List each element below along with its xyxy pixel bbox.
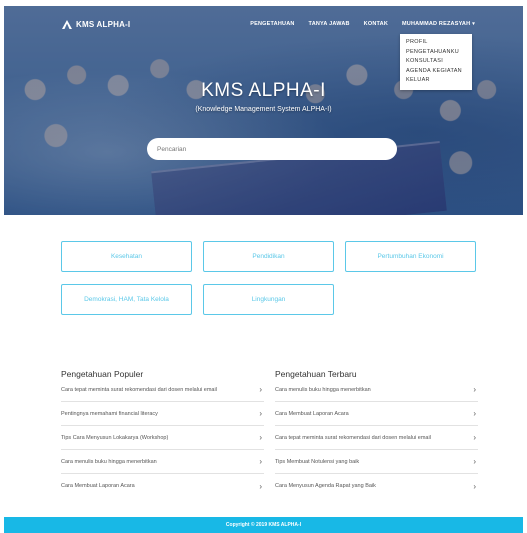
list-item[interactable]: Cara Menyusun Agenda Rapat yang Baik › bbox=[275, 474, 478, 498]
chevron-right-icon: › bbox=[473, 481, 476, 491]
menu-item-keluar[interactable]: KELUAR bbox=[406, 76, 466, 86]
chevron-right-icon: › bbox=[473, 457, 476, 466]
list-item[interactable]: Tips Membuat Notulensi yang baik › bbox=[275, 450, 478, 474]
list-item[interactable]: Cara menulis buku hingga menerbitkan › bbox=[275, 378, 478, 402]
category-demokrasi-ham[interactable]: Demokrasi, HAM, Tata Kelola bbox=[61, 284, 192, 315]
nav-link-tanya-jawab[interactable]: TANYA JAWAB bbox=[309, 21, 350, 27]
chevron-right-icon: › bbox=[259, 409, 262, 418]
category-pertumbuhan-ekonomi[interactable]: Pertumbuhan Ekonomi bbox=[345, 241, 476, 272]
list-item[interactable]: Cara tepat meminta surat rekomendasi dar… bbox=[61, 378, 264, 402]
list-item-label: Cara Membuat Laporan Acara bbox=[275, 410, 349, 417]
chevron-right-icon: › bbox=[259, 481, 262, 491]
chevron-right-icon: › bbox=[259, 433, 262, 442]
nav-link-pengetahuan[interactable]: PENGETAHUAN bbox=[250, 21, 294, 27]
list-item-label: Cara tepat meminta surat rekomendasi dar… bbox=[275, 434, 431, 441]
list-item-label: Cara menulis buku hingga menerbitkan bbox=[275, 386, 371, 393]
user-name: MUHAMMAD REZASYAH bbox=[402, 21, 471, 27]
list-item[interactable]: Cara menulis buku hingga menerbitkan › bbox=[61, 450, 264, 474]
chevron-right-icon: › bbox=[473, 385, 476, 394]
brand-name: KMS ALPHA-I bbox=[76, 20, 131, 29]
menu-item-pengetahuanku[interactable]: PENGETAHUANKU bbox=[406, 48, 466, 58]
category-pendidikan[interactable]: Pendidikan bbox=[203, 241, 334, 272]
footer-copyright: Copyright © 2019 KMS ALPHA-I bbox=[225, 522, 302, 528]
list-item-label: Tips Membuat Notulensi yang baik bbox=[275, 458, 360, 465]
chevron-right-icon: › bbox=[259, 457, 262, 466]
list-item-label: Pentingnya memahami financial literacy bbox=[61, 410, 158, 417]
hero-subtitle: (Knowledge Management System ALPHA-I) bbox=[195, 106, 332, 113]
list-item[interactable]: Pentingnya memahami financial literacy › bbox=[61, 402, 264, 426]
list-item-label: Cara menulis buku hingga menerbitkan bbox=[61, 458, 157, 465]
popular-list: Cara tepat meminta surat rekomendasi dar… bbox=[61, 378, 264, 498]
list-item[interactable]: Cara Membuat Laporan Acara › bbox=[61, 474, 264, 498]
latest-list: Cara menulis buku hingga menerbitkan › Ca… bbox=[275, 378, 478, 498]
user-menu-toggle[interactable]: MUHAMMAD REZASYAH ▾ bbox=[402, 21, 475, 27]
list-item-label: Cara Membuat Laporan Acara bbox=[61, 483, 135, 489]
menu-item-konsultasi[interactable]: KONSULTASI bbox=[406, 57, 466, 67]
brand-link[interactable]: KMS ALPHA-I bbox=[62, 20, 130, 29]
footer: Copyright © 2019 KMS ALPHA-I bbox=[4, 517, 523, 533]
list-item-label: Cara Menyusun Agenda Rapat yang Baik bbox=[275, 483, 376, 489]
search-input[interactable] bbox=[147, 138, 397, 160]
menu-item-agenda-kegiatan[interactable]: AGENDA KEGIATAN bbox=[406, 67, 466, 77]
chevron-right-icon: › bbox=[259, 385, 262, 394]
chevron-right-icon: › bbox=[473, 433, 476, 442]
category-kesehatan[interactable]: Kesehatan bbox=[61, 241, 192, 272]
brand-logo-icon bbox=[62, 20, 72, 29]
category-lingkungan[interactable]: Lingkungan bbox=[203, 284, 334, 315]
caret-down-icon: ▾ bbox=[472, 21, 475, 27]
user-dropdown-menu: PROFIL PENGETAHUANKU KONSULTASI AGENDA K… bbox=[400, 34, 472, 90]
list-item[interactable]: Cara Membuat Laporan Acara › bbox=[275, 402, 478, 426]
list-item-label: Tips Cara Menyusun Lokakarya (Workshop) bbox=[61, 434, 169, 441]
nav-links: PENGETAHUAN TANYA JAWAB KONTAK MUHAMMAD … bbox=[250, 21, 475, 27]
list-item[interactable]: Cara tepat meminta surat rekomendasi dar… bbox=[275, 426, 478, 450]
chevron-right-icon: › bbox=[473, 409, 476, 418]
menu-item-profil[interactable]: PROFIL bbox=[406, 38, 466, 48]
nav-link-kontak[interactable]: KONTAK bbox=[364, 21, 388, 27]
list-item-label: Cara tepat meminta surat rekomendasi dar… bbox=[61, 386, 217, 393]
list-item[interactable]: Tips Cara Menyusun Lokakarya (Workshop) › bbox=[61, 426, 264, 450]
